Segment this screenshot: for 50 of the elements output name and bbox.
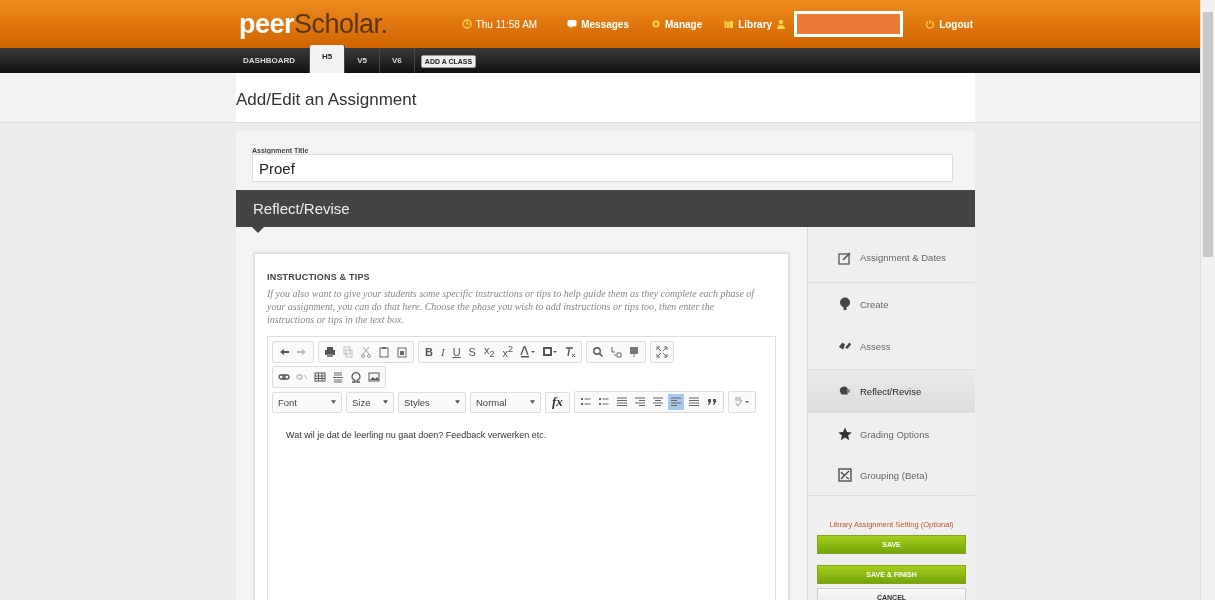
horizontal-line-icon[interactable] <box>330 370 346 384</box>
class-tab[interactable]: H5 <box>310 45 346 73</box>
clock-time: Thu 11:58 AM <box>475 18 538 30</box>
instructions-text: If you also want to give your students some specific instructions or tips to help guide them as they complete each phase of your assignment, you can do that here. Choose the phase you wish to add instructions or tips too, then enter the instructions or tips in the text box. <box>267 287 756 326</box>
format-button[interactable]: x$_{2}$ <box>480 344 498 360</box>
phase-item[interactable]: Grouping (Beta) <box>808 455 975 496</box>
group-icon <box>838 468 852 482</box>
caret-icon <box>331 400 336 404</box>
instructions-heading: INSTRUCTIONS & TIPS <box>267 272 371 282</box>
image-icon[interactable] <box>366 370 382 384</box>
page-title: Add/Edit an Assignment <box>236 88 417 110</box>
format-button[interactable]: U <box>449 346 464 358</box>
dropdown[interactable]: Styles <box>398 391 466 413</box>
user-icon <box>776 19 787 29</box>
caret-icon <box>455 400 460 404</box>
phase-item[interactable]: Grading Options <box>808 412 975 455</box>
dropdown[interactable]: Normal <box>470 391 541 413</box>
caret-icon <box>383 400 388 404</box>
phase-item[interactable]: Reflect/Revise <box>808 369 975 412</box>
table-icon[interactable] <box>312 370 328 384</box>
assignment-title-field[interactable]: Proef <box>252 154 953 182</box>
paste-icon[interactable] <box>394 345 410 359</box>
phase-item[interactable]: Assess <box>808 325 975 367</box>
phase-title: Reflect/Revise <box>253 200 350 217</box>
print-icon[interactable] <box>322 345 338 359</box>
format-button[interactable]: x$^{2}$ <box>499 344 517 360</box>
user-name-box[interactable] <box>794 11 904 37</box>
phase-item[interactable]: Assignment & Dates <box>808 239 975 283</box>
star-icon <box>838 427 852 441</box>
gear-icon <box>651 19 661 29</box>
omega-icon[interactable] <box>348 370 364 384</box>
power-icon <box>925 19 936 29</box>
caret-icon <box>530 400 535 404</box>
message-icon <box>567 19 578 29</box>
align-left-icon[interactable] <box>667 394 684 410</box>
edit-icon <box>838 250 852 265</box>
format-button[interactable]: S <box>465 346 479 358</box>
formula-button[interactable]: fx <box>545 391 570 413</box>
format-button[interactable]: I <box>437 346 448 358</box>
editor-text[interactable]: Wat wil je dat de leerling nu gaat doen? Feedback verwerken etc. <box>272 416 771 454</box>
paste-icon[interactable] <box>376 345 392 359</box>
format-button[interactable]: B <box>422 346 436 358</box>
lightbulb-icon <box>838 297 852 311</box>
clock-icon <box>461 19 472 29</box>
scrollbar[interactable] <box>1200 0 1215 600</box>
phase-item[interactable]: Create <box>808 283 975 325</box>
dropdown[interactable]: Size <box>346 391 394 413</box>
head-icon <box>838 384 852 398</box>
books-icon <box>724 19 735 29</box>
dropdown[interactable]: Font <box>272 391 342 413</box>
